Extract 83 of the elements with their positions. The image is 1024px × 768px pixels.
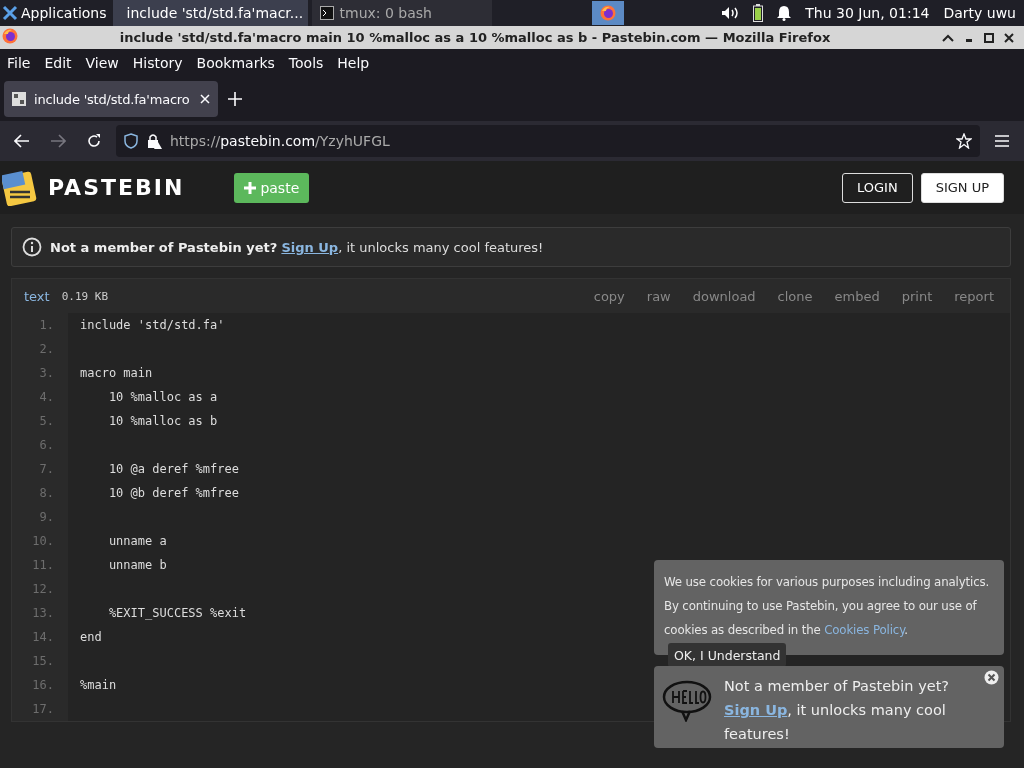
applications-menu[interactable]: Applications — [0, 0, 113, 26]
code-line: unname a — [107, 534, 167, 548]
code-line: 10 %malloc as b — [107, 414, 218, 428]
close-icon[interactable] — [1004, 32, 1014, 43]
code-line: 10 @a deref %mfree — [107, 462, 239, 476]
forward-icon[interactable] — [50, 134, 66, 148]
line-number: 2. — [39, 342, 54, 356]
terminal-icon — [319, 6, 334, 20]
code-line: include 'std/std.fa' — [80, 318, 225, 332]
line-number: 7. — [39, 462, 54, 476]
line-number: 15. — [32, 654, 54, 668]
signup-popup-text: Not a member of Pastebin yet? Sign Up, it unlocks many cool features! — [724, 677, 950, 744]
paste-action-link[interactable]: copy — [589, 288, 629, 304]
line-number: 5. — [39, 414, 54, 428]
code-line: 10 %malloc as a — [107, 390, 218, 404]
code-line: macro main — [80, 366, 153, 380]
paste-action-link[interactable]: print — [897, 288, 937, 304]
cookie-text: We use cookies for various purposes including analytics. By continuing to use Pastebin, you agree to our use of cookies as described in the Cookies Policy. — [664, 575, 990, 637]
firefox-icon — [600, 5, 617, 21]
menu-item[interactable]: View — [78, 55, 126, 71]
hello-bubble-icon — [662, 680, 712, 722]
line-number: 3. — [39, 366, 54, 380]
size-label: 0.19 KB — [61, 289, 109, 303]
shield-icon[interactable] — [124, 133, 138, 149]
paste-action-link[interactable]: embed — [830, 288, 884, 304]
accept-cookies-button[interactable]: OK, I Understand — [668, 643, 787, 667]
code-line: %main — [80, 678, 117, 692]
line-number: 6. — [39, 438, 54, 452]
line-number: 16. — [32, 678, 54, 692]
menu-icon[interactable] — [995, 135, 1009, 147]
menu-item[interactable]: Tools — [281, 55, 331, 71]
syntax-label[interactable]: text — [24, 288, 50, 304]
site-logo[interactable]: PASTEBIN — [48, 175, 185, 200]
new-tab-icon[interactable] — [228, 92, 242, 106]
paste-action-link[interactable]: download — [688, 288, 760, 304]
line-number: 14. — [32, 630, 54, 644]
paste-action-link[interactable]: clone — [773, 288, 817, 304]
login-button[interactable]: LOGIN — [841, 172, 913, 203]
info-icon — [22, 237, 42, 257]
firefox-icon — [2, 28, 18, 44]
x-logo-icon — [2, 5, 18, 21]
logo-icon[interactable] — [2, 169, 38, 206]
window-title: include 'std/std.fa'macro main 10 %malloc as a 10 %malloc as b - Pastebin.com — Mozilla Firefox — [118, 30, 832, 45]
plus-icon — [244, 181, 257, 194]
binary-icon — [12, 92, 26, 106]
menu-item[interactable]: File — [0, 55, 38, 71]
line-number: 17. — [32, 702, 54, 716]
battery-icon[interactable] — [753, 4, 764, 22]
line-number: 9. — [39, 510, 54, 524]
maximize-icon[interactable] — [984, 32, 994, 43]
volume-icon[interactable] — [721, 6, 740, 20]
back-icon[interactable] — [14, 134, 30, 148]
clock[interactable]: Thu 30 Jun, 01:14 — [805, 5, 930, 21]
line-number: 12. — [32, 582, 54, 596]
line-number: 13. — [32, 606, 54, 620]
line-number: 10. — [32, 534, 54, 548]
taskbar-task[interactable]: include 'std/std.fa'macr... — [112, 0, 308, 26]
menu-item[interactable]: Bookmarks — [189, 55, 282, 71]
chevron-icon[interactable] — [942, 33, 954, 42]
star-icon[interactable] — [956, 133, 972, 149]
user-name[interactable]: Darty uwu — [943, 5, 1016, 21]
lock-icon[interactable] — [146, 133, 162, 149]
code-line: unname b — [107, 558, 167, 572]
browser-tab[interactable]: include 'std/std.fa'macro — [4, 81, 218, 117]
menu-item[interactable]: Edit — [37, 55, 79, 71]
menu-item[interactable]: History — [125, 55, 190, 71]
line-number: 11. — [32, 558, 54, 572]
line-number: 8. — [39, 486, 54, 500]
close-icon[interactable] — [984, 670, 999, 685]
reload-icon[interactable] — [86, 133, 102, 149]
bell-icon[interactable] — [777, 5, 792, 21]
notice-text: Not a member of Pastebin yet? Sign Up, it unlocks many cool features! — [50, 239, 544, 255]
signup-button[interactable]: SIGN UP — [920, 172, 1004, 203]
code-line: %EXIT_SUCCESS %exit — [107, 606, 247, 620]
taskbar-task[interactable]: tmux: 0 bash — [311, 0, 492, 26]
line-number: 4. — [39, 390, 54, 404]
code-line: 10 @b deref %mfree — [107, 486, 239, 500]
code-line: end — [80, 630, 102, 644]
menu-item[interactable]: Help — [330, 55, 377, 71]
line-number: 1. — [39, 318, 54, 332]
paste-action-link[interactable]: report — [950, 288, 998, 304]
paste-action-link[interactable]: raw — [642, 288, 675, 304]
firefox-launcher[interactable] — [592, 1, 625, 25]
